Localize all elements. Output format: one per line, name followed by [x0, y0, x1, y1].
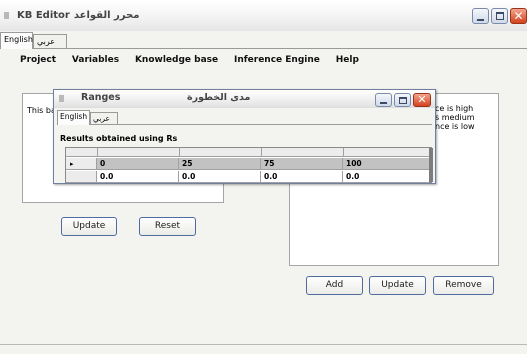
- grid-cell[interactable]: 0.0: [179, 171, 261, 182]
- window-title-ar: محرر القواعد: [73, 10, 140, 21]
- dialog-minimize-button[interactable]: [375, 93, 392, 107]
- results-label: Results obtained using Rs: [60, 134, 178, 143]
- grid-header: [66, 148, 431, 157]
- close-icon: ✕: [513, 9, 524, 23]
- minimize-icon: [477, 19, 484, 21]
- add-button[interactable]: Add: [306, 276, 363, 295]
- app-icon: [4, 12, 9, 19]
- grid-cell[interactable]: 100: [343, 158, 425, 169]
- menu-variables[interactable]: Variables: [72, 55, 119, 65]
- main-title-bar: KB Editor محرر القواعد ✕: [0, 0, 527, 31]
- dialog-maximize-button[interactable]: [394, 93, 411, 107]
- column-separator: [179, 148, 180, 157]
- menu-bar: Project Variables Knowledge base Inferen…: [20, 55, 372, 69]
- tab-arabic[interactable]: عربي: [33, 34, 67, 49]
- rule-line-high: ce is high: [435, 104, 474, 113]
- column-separator: [97, 148, 98, 157]
- close-button[interactable]: ✕: [510, 8, 527, 24]
- rule-line-low: nce is low: [435, 122, 475, 131]
- grid-cell[interactable]: 0.0: [261, 171, 343, 182]
- menu-help[interactable]: Help: [336, 55, 359, 65]
- grid-cell[interactable]: 0: [97, 158, 179, 169]
- update-button[interactable]: Update: [61, 217, 117, 236]
- maximize-button[interactable]: [491, 8, 508, 24]
- column-separator: [343, 148, 344, 157]
- grid-cell[interactable]: 0.0: [97, 171, 179, 182]
- table-row[interactable]: ▸ 0 25 75 100: [66, 158, 429, 170]
- maximize-icon: [399, 97, 407, 104]
- dialog-close-button[interactable]: ✕: [413, 93, 431, 107]
- grid-cell[interactable]: 0.0: [343, 171, 425, 182]
- minimize-icon: [380, 102, 387, 104]
- results-grid[interactable]: ▸ 0 25 75 100 0.0 0.0 0.0 0.0: [65, 147, 433, 183]
- dialog-app-icon: [59, 95, 64, 102]
- menu-inference-engine[interactable]: Inference Engine: [234, 55, 320, 65]
- row-header[interactable]: [66, 171, 97, 182]
- column-separator: [261, 148, 262, 157]
- status-divider: [0, 344, 527, 345]
- dialog-title-en: Ranges: [81, 92, 121, 103]
- close-icon: ✕: [417, 93, 427, 106]
- update-rule-button[interactable]: Update: [369, 276, 426, 295]
- rule-text: This ba: [27, 106, 56, 115]
- window-title-en: KB Editor: [17, 10, 70, 21]
- grid-cell[interactable]: 25: [179, 158, 261, 169]
- dialog-title-ar: مدى الخطورة: [187, 92, 251, 103]
- grid-scrollbar[interactable]: [429, 148, 433, 182]
- rules-list-text: ce is high s medium nce is low: [435, 104, 475, 131]
- reset-button[interactable]: Reset: [139, 217, 196, 236]
- dialog-tab-english[interactable]: English: [57, 110, 90, 125]
- rule-line-medium: s medium: [435, 113, 475, 122]
- row-header[interactable]: ▸: [66, 158, 97, 169]
- dialog-title-bar[interactable]: Ranges مدى الخطورة ✕: [54, 90, 435, 108]
- maximize-icon: [496, 12, 504, 20]
- ranges-dialog: Ranges مدى الخطورة ✕ English عربي Result…: [53, 89, 436, 184]
- minimize-button[interactable]: [472, 8, 489, 24]
- menu-project[interactable]: Project: [20, 55, 56, 65]
- grid-cell[interactable]: 75: [261, 158, 343, 169]
- window-title: KB Editor محرر القواعد: [17, 10, 139, 21]
- menu-knowledge-base[interactable]: Knowledge base: [135, 55, 218, 65]
- table-row[interactable]: 0.0 0.0 0.0 0.0: [66, 171, 429, 183]
- current-row-icon: ▸: [70, 160, 74, 168]
- tab-english[interactable]: English: [0, 32, 33, 49]
- remove-button[interactable]: Remove: [433, 276, 494, 295]
